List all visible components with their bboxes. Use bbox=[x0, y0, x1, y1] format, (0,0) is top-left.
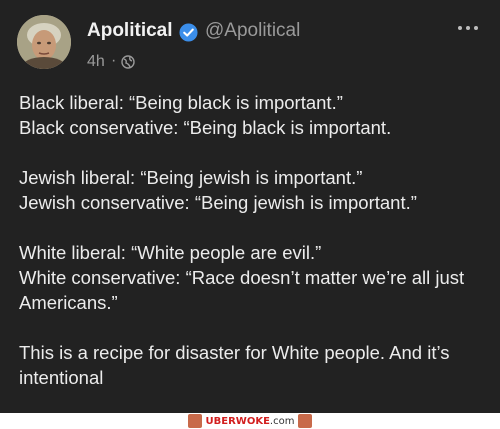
author-handle[interactable]: @Apolitical bbox=[205, 20, 300, 42]
post-line: Jewish liberal: “Being jewish is importa… bbox=[19, 167, 363, 188]
paragraph: White liberal: “White people are evil.” … bbox=[19, 240, 489, 315]
post-line: Jewish conservative: “Being jewish is im… bbox=[19, 192, 417, 213]
post-body: Black liberal: “Being black is important… bbox=[19, 90, 489, 390]
watermark-brand: UBERWOKE.com bbox=[206, 416, 295, 427]
paragraph: Black liberal: “Being black is important… bbox=[19, 90, 489, 140]
post-line: Black conservative: “Being black is impo… bbox=[19, 117, 392, 138]
post-line: Black liberal: “Being black is important… bbox=[19, 92, 343, 113]
watermark-logo-icon bbox=[187, 414, 202, 428]
meta-separator: · bbox=[111, 52, 117, 69]
globe-icon bbox=[121, 55, 135, 69]
watermark-brand-name: UBERWOKE bbox=[205, 415, 270, 427]
post-card: Apolitical @Apolitical 4h · Black libera… bbox=[0, 0, 500, 413]
author-name[interactable]: Apolitical bbox=[87, 20, 173, 42]
avatar-portrait-icon bbox=[17, 15, 71, 69]
post-time[interactable]: 4h bbox=[87, 53, 105, 71]
post-line: White conservative: “Race doesn’t matter… bbox=[19, 267, 465, 313]
more-options-icon[interactable] bbox=[458, 26, 478, 30]
paragraph: Jewish liberal: “Being jewish is importa… bbox=[19, 165, 489, 215]
watermark-bar: UBERWOKE.com bbox=[0, 413, 500, 429]
verified-badge-icon bbox=[179, 23, 198, 42]
watermark-logo-icon bbox=[298, 414, 313, 428]
post-line: White liberal: “White people are evil.” bbox=[19, 242, 322, 263]
post-line: This is a recipe for disaster for White … bbox=[19, 342, 450, 388]
paragraph: This is a recipe for disaster for White … bbox=[19, 340, 489, 390]
watermark-brand-suffix: .com bbox=[269, 415, 295, 427]
avatar[interactable] bbox=[17, 15, 71, 69]
